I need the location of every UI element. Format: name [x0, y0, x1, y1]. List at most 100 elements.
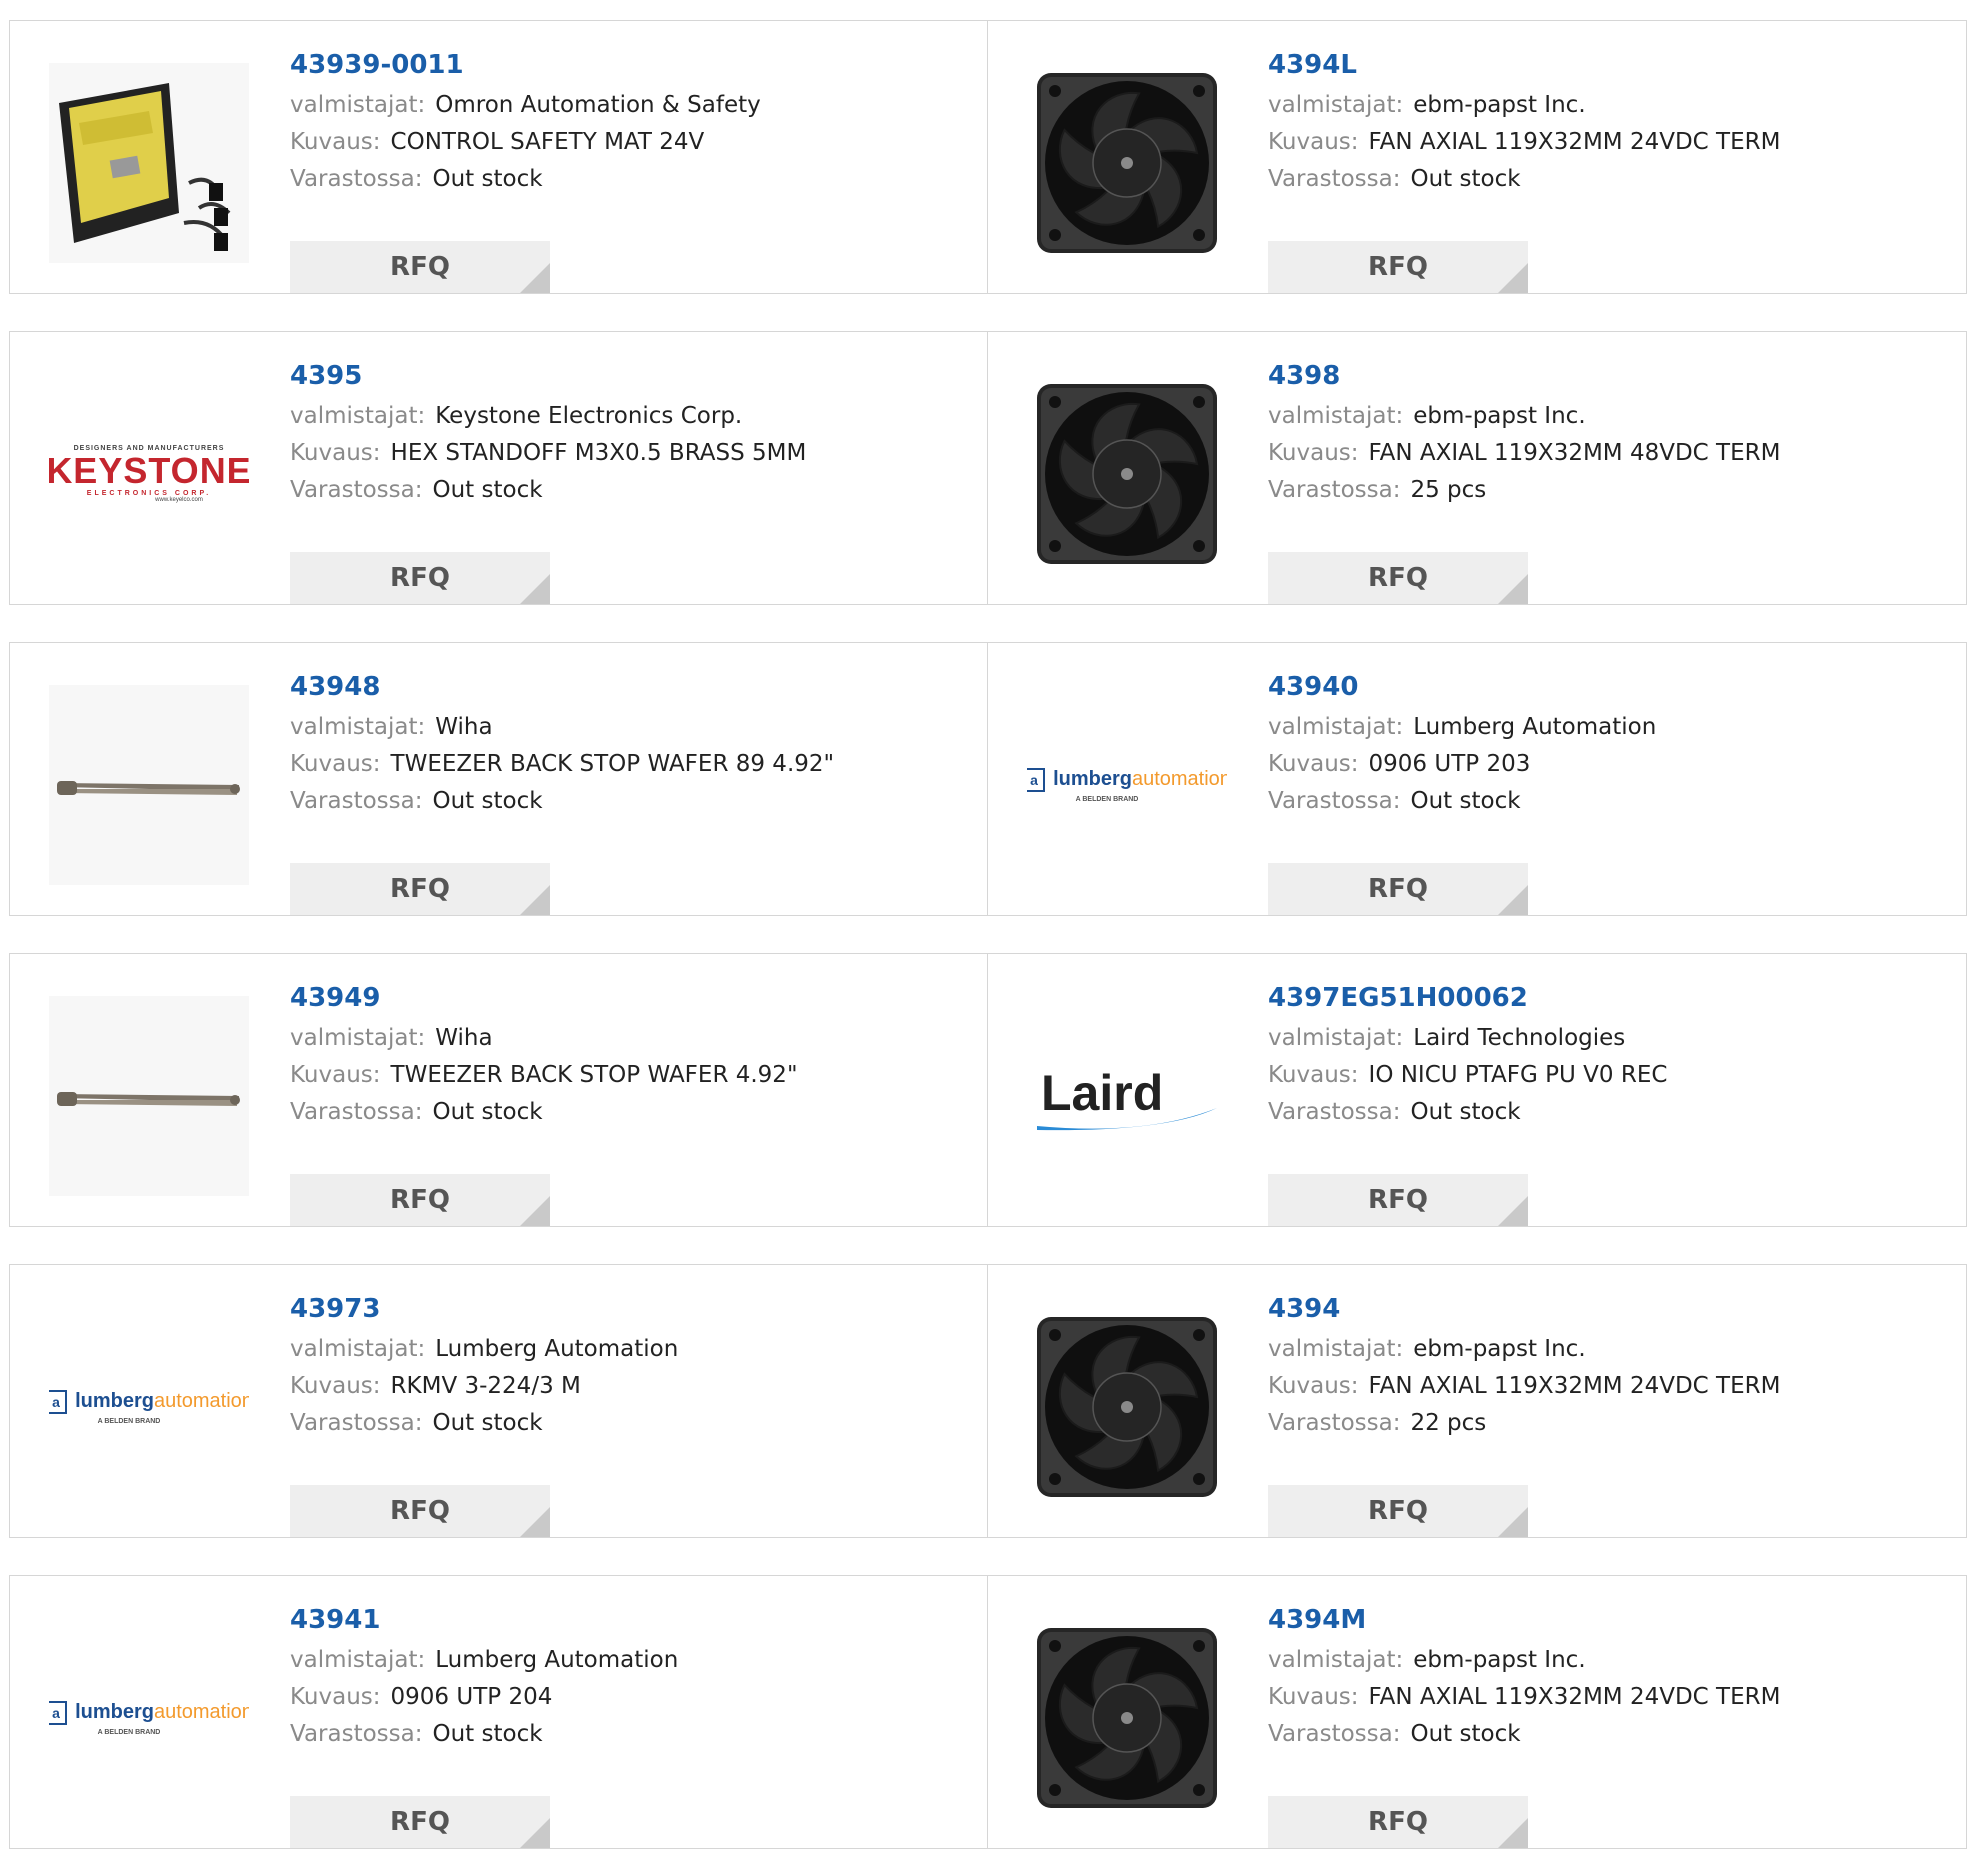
tweezer-image	[49, 996, 249, 1196]
corner-triangle-icon	[1498, 263, 1528, 293]
manufacturer-line: valmistajat: Wiha	[290, 1020, 798, 1057]
description-value: CONTROL SAFETY MAT 24V	[390, 129, 705, 155]
stock-value: Out stock	[432, 788, 543, 814]
part-number-link[interactable]: 43939-0011	[290, 49, 761, 81]
rfq-button[interactable]: RFQ	[290, 1796, 550, 1848]
rfq-button[interactable]: RFQ	[1268, 552, 1528, 604]
product-image[interactable]	[1027, 1307, 1227, 1507]
part-number-link[interactable]: 43948	[290, 671, 834, 703]
manufacturer-label: valmistajat:	[290, 403, 426, 429]
description-value: FAN AXIAL 119X32MM 24VDC TERM	[1368, 1684, 1781, 1710]
stock-line: Varastossa: Out stock	[290, 472, 806, 509]
description-value: FAN AXIAL 119X32MM 24VDC TERM	[1368, 129, 1781, 155]
stock-value: Out stock	[432, 1721, 543, 1747]
product-info: 4397EG51H00062 valmistajat: Laird Technol…	[1268, 982, 1667, 1226]
description-line: Kuvaus: TWEEZER BACK STOP WAFER 89 4.92"	[290, 746, 834, 783]
manufacturer-value: Omron Automation & Safety	[435, 92, 761, 118]
product-image[interactable]	[49, 996, 249, 1196]
manufacturer-value: Lumberg Automation	[435, 1647, 679, 1673]
controller-image	[49, 63, 249, 263]
manufacturer-label: valmistajat:	[1268, 403, 1404, 429]
product-info: 4398 valmistajat: ebm-papst Inc. Kuvaus: F…	[1268, 360, 1780, 604]
rfq-button[interactable]: RFQ	[290, 863, 550, 915]
rfq-button[interactable]: RFQ	[290, 1485, 550, 1537]
product-image[interactable]	[49, 63, 249, 263]
part-number-link[interactable]: 4394L	[1268, 49, 1780, 81]
description-label: Kuvaus:	[290, 1062, 381, 1088]
fan-image	[1027, 1618, 1227, 1818]
product-card: 4394M valmistajat: ebm-papst Inc. Kuvaus:…	[988, 1576, 1966, 1848]
product-image[interactable]: a lumberg automation A BELDEN BRAND	[49, 1618, 249, 1818]
stock-line: Varastossa: 22 pcs	[1268, 1405, 1780, 1442]
fan-image	[1027, 63, 1227, 263]
rfq-button[interactable]: RFQ	[290, 241, 550, 293]
description-line: Kuvaus: IO NICU PTAFG PU V0 REC	[1268, 1057, 1667, 1094]
part-number-link[interactable]: 43973	[290, 1293, 678, 1325]
description-line: Kuvaus: FAN AXIAL 119X32MM 48VDC TERM	[1268, 435, 1780, 472]
part-number-link[interactable]: 4397EG51H00062	[1268, 982, 1667, 1014]
description-value: TWEEZER BACK STOP WAFER 4.92"	[390, 1062, 798, 1088]
stock-line: Varastossa: Out stock	[1268, 783, 1656, 820]
product-image[interactable]	[1027, 63, 1227, 263]
manufacturer-value: ebm-papst Inc.	[1413, 92, 1586, 118]
product-row: DESIGNERS AND MANUFACTURERS KEYSTONE ELE…	[9, 331, 1967, 605]
product-row: 43948 valmistajat: Wiha Kuvaus: TWEEZER BA…	[9, 642, 1967, 916]
part-number-link[interactable]: 4395	[290, 360, 806, 392]
product-card: 4398 valmistajat: ebm-papst Inc. Kuvaus: F…	[988, 332, 1966, 604]
description-label: Kuvaus:	[1268, 1684, 1359, 1710]
product-info: 4394 valmistajat: ebm-papst Inc. Kuvaus: F…	[1268, 1293, 1780, 1537]
part-number-link[interactable]: 43940	[1268, 671, 1656, 703]
rfq-button[interactable]: RFQ	[290, 1174, 550, 1226]
stock-value: Out stock	[432, 1410, 543, 1436]
lumberg-mark-icon: a	[49, 1389, 68, 1414]
stock-label: Varastossa:	[290, 1099, 423, 1125]
rfq-button[interactable]: RFQ	[1268, 1796, 1528, 1848]
corner-triangle-icon	[520, 885, 550, 915]
description-label: Kuvaus:	[1268, 1373, 1359, 1399]
rfq-button[interactable]: RFQ	[1268, 1174, 1528, 1226]
manufacturer-value: Laird Technologies	[1413, 1025, 1626, 1051]
product-image[interactable]	[49, 685, 249, 885]
corner-triangle-icon	[520, 1818, 550, 1848]
part-number-link[interactable]: 43941	[290, 1604, 678, 1636]
rfq-label: RFQ	[1368, 563, 1428, 593]
product-image[interactable]: a lumberg automation A BELDEN BRAND	[1027, 685, 1227, 885]
manufacturer-value: Lumberg Automation	[435, 1336, 679, 1362]
product-info: 4394L valmistajat: ebm-papst Inc. Kuvaus:…	[1268, 49, 1781, 293]
rfq-button[interactable]: RFQ	[290, 552, 550, 604]
manufacturer-line: valmistajat: Lumberg Automation	[290, 1642, 678, 1679]
part-number-link[interactable]: 43949	[290, 982, 798, 1014]
description-line: Kuvaus: 0906 UTP 203	[1268, 746, 1656, 783]
corner-triangle-icon	[520, 574, 550, 604]
rfq-button[interactable]: RFQ	[1268, 241, 1528, 293]
rfq-button[interactable]: RFQ	[1268, 1485, 1528, 1537]
product-image[interactable]	[1027, 374, 1227, 574]
manufacturer-value: ebm-papst Inc.	[1413, 1647, 1586, 1673]
manufacturer-line: valmistajat: ebm-papst Inc.	[1268, 1642, 1780, 1679]
product-card: a lumberg automation A BELDEN BRAND 43973…	[10, 1265, 987, 1537]
product-image[interactable]: DESIGNERS AND MANUFACTURERS KEYSTONE ELE…	[49, 374, 249, 574]
fan-image	[1027, 374, 1227, 574]
product-info: 43941 valmistajat: Lumberg Automation Kuv…	[290, 1604, 678, 1848]
product-card: 43948 valmistajat: Wiha Kuvaus: TWEEZER BA…	[10, 643, 987, 915]
stock-label: Varastossa:	[290, 1721, 423, 1747]
description-label: Kuvaus:	[1268, 1062, 1359, 1088]
part-number-link[interactable]: 4394M	[1268, 1604, 1780, 1636]
product-image[interactable]: Laird	[1027, 996, 1227, 1196]
description-value: 0906 UTP 203	[1368, 751, 1531, 777]
stock-value: Out stock	[432, 477, 543, 503]
rfq-label: RFQ	[390, 1807, 450, 1837]
product-image[interactable]	[1027, 1618, 1227, 1818]
manufacturer-value: Wiha	[435, 714, 493, 740]
corner-triangle-icon	[520, 1507, 550, 1537]
rfq-label: RFQ	[1368, 1185, 1428, 1215]
stock-label: Varastossa:	[290, 477, 423, 503]
rfq-button[interactable]: RFQ	[1268, 863, 1528, 915]
part-number-link[interactable]: 4398	[1268, 360, 1780, 392]
product-image[interactable]: a lumberg automation A BELDEN BRAND	[49, 1307, 249, 1507]
product-info: 43940 valmistajat: Lumberg Automation Kuv…	[1268, 671, 1657, 915]
stock-label: Varastossa:	[1268, 166, 1401, 192]
manufacturer-value: Lumberg Automation	[1413, 714, 1657, 740]
stock-line: Varastossa: 25 pcs	[1268, 472, 1780, 509]
part-number-link[interactable]: 4394	[1268, 1293, 1780, 1325]
